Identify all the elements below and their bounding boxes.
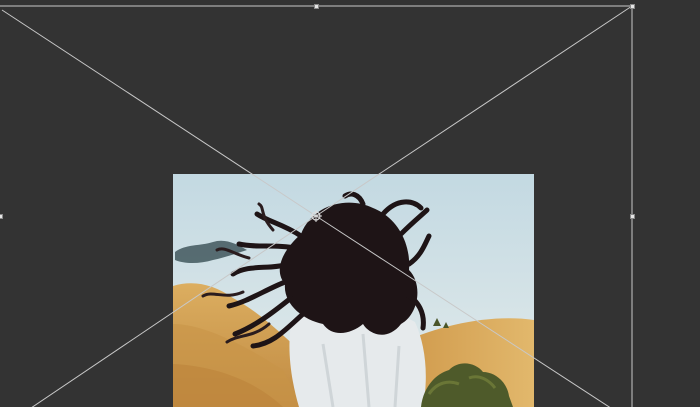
handle-middle-right[interactable] [630,214,635,219]
handle-top-center[interactable] [314,4,319,9]
document-canvas[interactable] [0,0,700,407]
handle-top-right[interactable] [630,4,635,9]
handle-middle-left[interactable] [0,214,3,219]
layer-photo[interactable] [173,174,534,407]
photo-image [173,174,534,407]
